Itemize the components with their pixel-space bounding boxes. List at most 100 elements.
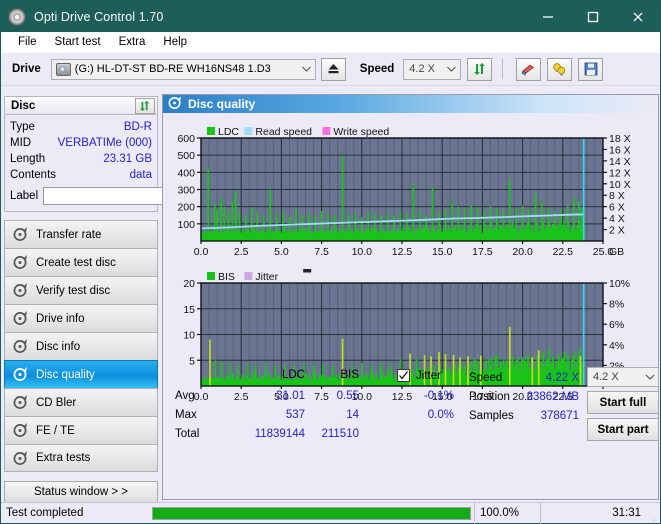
bulbs-button[interactable]: [547, 57, 573, 81]
stats-label-max: Max: [175, 409, 197, 421]
svg-text:4 X: 4 X: [609, 213, 625, 225]
main-panel: Disc quality LDC Read speed Write speed 100…: [162, 94, 659, 500]
sidebar-item-disc-info[interactable]: Disc info: [4, 332, 158, 360]
window-title: Opti Drive Control 1.70: [34, 9, 164, 24]
svg-text:20.0: 20.0: [512, 246, 533, 258]
sidebar-item-create-test-disc[interactable]: Create test disc: [4, 248, 158, 276]
jitter-checkbox[interactable]: [397, 369, 410, 382]
svg-text:LDC: LDC: [218, 126, 239, 138]
progress-bar: [152, 506, 471, 520]
run-info-labels: Speed Position Samples: [469, 369, 514, 426]
svg-text:17.5: 17.5: [472, 246, 493, 258]
menu-start-test[interactable]: Start test: [46, 34, 110, 50]
save-button[interactable]: [578, 57, 604, 81]
sidebar-item-label: Drive info: [36, 312, 85, 325]
start-full-button[interactable]: Start full: [587, 391, 659, 414]
sidebar-item-label: Extra tests: [36, 452, 91, 464]
progress-container: [149, 503, 474, 524]
test-speed-select[interactable]: 4.2 X: [587, 367, 659, 387]
disc-length-label: Length: [10, 153, 46, 165]
svg-text:10: 10: [183, 330, 195, 342]
test-controls: 4.2 X Start full Start part: [587, 367, 659, 441]
sidebar-item-extra-tests[interactable]: Extra tests: [4, 444, 158, 472]
disc-contents-label: Contents: [10, 169, 57, 181]
minimize-icon[interactable]: [525, 1, 570, 32]
svg-text:10%: 10%: [609, 278, 630, 290]
sidebar-item-fe-te[interactable]: FE / TE: [4, 416, 158, 444]
test-speed-value: 4.2 X: [593, 371, 619, 383]
svg-text:22.5: 22.5: [553, 246, 574, 258]
drive-select-value: (G:) HL-DT-ST BD-RE WH16NS48 1.D3: [74, 63, 271, 75]
disc-icon: [168, 95, 182, 113]
window-controls: [525, 1, 660, 32]
jitter-toggle[interactable]: Jitter: [397, 369, 441, 382]
drive-toolbar: Drive (G:) HL-DT-ST BD-RE WH16NS48 1.D3 …: [1, 53, 660, 86]
svg-text:5.0: 5.0: [274, 246, 289, 258]
samples-info-value: 378671: [540, 410, 579, 422]
svg-text:500: 500: [177, 150, 195, 162]
disc-row-contents: Contents data: [10, 167, 152, 183]
menu-extra[interactable]: Extra: [110, 34, 155, 50]
stats-ldc-total: 11839144: [254, 428, 305, 440]
stats-ldc-max: 537: [285, 409, 305, 421]
eject-button[interactable]: [320, 57, 346, 81]
disc-icon: [13, 255, 28, 270]
disc-type-label: Type: [10, 121, 35, 133]
speed-select-value: 4.2 X: [409, 63, 435, 75]
svg-text:2 X: 2 X: [609, 225, 625, 237]
svg-text:7.5: 7.5: [314, 246, 329, 258]
svg-text:BIS: BIS: [218, 271, 235, 283]
run-info-values: 4.22 X 23862 MB 378671: [517, 369, 579, 426]
position-info-label: Position: [469, 391, 510, 403]
svg-text:Jitter: Jitter: [255, 271, 278, 283]
svg-text:200: 200: [177, 202, 195, 214]
stats-header-bis: BIS: [340, 369, 359, 381]
samples-info-label: Samples: [469, 410, 514, 422]
sidebar-item-drive-info[interactable]: Drive info: [4, 304, 158, 332]
sidebar-item-transfer-rate[interactable]: Transfer rate: [4, 220, 158, 248]
disc-type-value: BD-R: [123, 121, 152, 133]
status-window-button[interactable]: Status window > >: [4, 481, 158, 503]
svg-text:Write speed: Write speed: [333, 126, 389, 138]
disc-icon: [13, 367, 28, 382]
title-bar: Opti Drive Control 1.70: [1, 1, 660, 32]
sidebar-item-disc-quality[interactable]: Disc quality: [4, 360, 158, 388]
disc-length-value: 23.31 GB: [103, 153, 152, 165]
resize-grip-icon[interactable]: [646, 503, 660, 524]
progress-percent: 100.0%: [474, 502, 540, 524]
disc-mid-label: MID: [10, 137, 32, 149]
drive-select[interactable]: (G:) HL-DT-ST BD-RE WH16NS48 1.D3: [50, 58, 316, 80]
close-icon[interactable]: [615, 1, 660, 32]
stats-ldc-values: 31.01 537 11839144: [229, 387, 305, 444]
disc-mid-value: VERBATIMe (000): [57, 137, 152, 149]
sidebar-item-label: Create test disc: [36, 256, 116, 269]
status-bar: Test completed 100.0% 31:31: [1, 502, 660, 524]
stats-bis-avg: 0.55: [336, 390, 359, 402]
svg-text:400: 400: [177, 167, 195, 179]
disc-refresh-button[interactable]: [135, 98, 155, 114]
menu-help[interactable]: Help: [154, 34, 196, 50]
ldc-read-speed-chart[interactable]: LDC Read speed Write speed 100 200 300 400 500 6…: [163, 113, 658, 258]
maximize-icon[interactable]: [570, 1, 615, 32]
stats-panel: LDC BIS Avg Max Total 31.01 537 11839144…: [163, 363, 659, 499]
sidebar-item-cd-bler[interactable]: CD Bler: [4, 388, 158, 416]
disc-contents-value: data: [129, 169, 152, 181]
elapsed-time: 31:31: [540, 502, 646, 524]
stats-jitter-values: -0.1% 0.0%: [397, 387, 454, 425]
disc-label-caption: Label: [10, 190, 39, 202]
erase-button[interactable]: [516, 57, 542, 81]
svg-text:8%: 8%: [609, 299, 624, 311]
main-panel-header: Disc quality: [163, 95, 658, 113]
menu-file[interactable]: File: [9, 34, 46, 50]
progress-fill: [153, 507, 470, 519]
svg-text:0.0: 0.0: [194, 246, 209, 258]
start-part-button[interactable]: Start part: [587, 418, 659, 441]
svg-text:100: 100: [177, 219, 195, 231]
svg-text:6%: 6%: [609, 319, 624, 331]
svg-text:16 X: 16 X: [609, 144, 631, 156]
stats-jitter-avg: -0.1%: [423, 390, 454, 402]
speed-select[interactable]: 4.2 X: [403, 58, 462, 80]
refresh-drive-button[interactable]: [467, 57, 493, 81]
sidebar-item-label: FE / TE: [36, 424, 75, 437]
sidebar-item-verify-test-disc[interactable]: Verify test disc: [4, 276, 158, 304]
